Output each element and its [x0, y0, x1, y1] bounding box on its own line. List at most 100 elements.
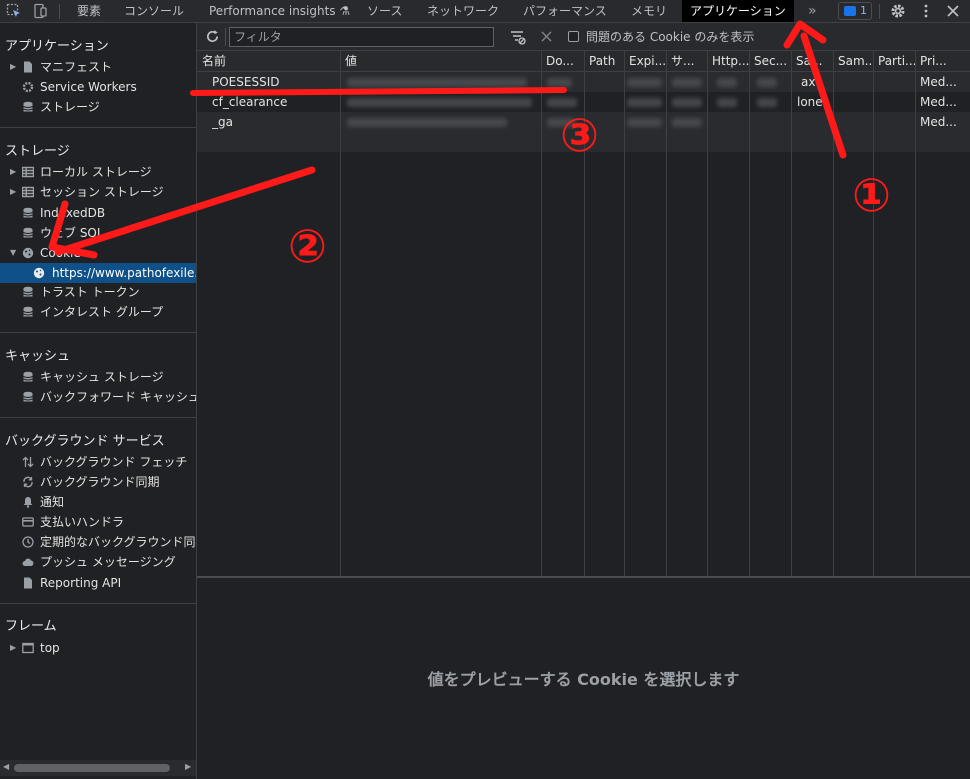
priority-cell: Med... [920, 115, 957, 129]
column-separator[interactable] [707, 51, 708, 576]
sidebar-item-interest-groups[interactable]: インタレスト グループ [0, 302, 196, 322]
column-separator[interactable] [749, 51, 750, 576]
column-header-name[interactable]: 名前 [197, 51, 340, 72]
sidebar-item-label: セッション ストレージ [40, 185, 164, 199]
tab-performance-insights[interactable]: Performance insights ⚗ [209, 0, 350, 22]
column-separator[interactable] [624, 51, 625, 576]
scroll-left-icon[interactable]: ◀ [3, 762, 9, 771]
column-header-partition-key[interactable]: Parti... [873, 51, 915, 72]
sidebar-item-notifications[interactable]: 通知 [0, 492, 196, 512]
sidebar-item-session-storage[interactable]: ▶ セッション ストレージ [0, 182, 196, 202]
sidebar-item-indexeddb[interactable]: IndexedDB [0, 203, 196, 223]
column-separator[interactable] [541, 51, 542, 576]
scroll-right-icon[interactable]: ▶ [185, 762, 191, 771]
column-header-priority[interactable]: Pri... [915, 51, 970, 72]
sidebar-item-label: バックフォワード キャッシュ [40, 390, 197, 404]
sidebar-item-cookie-origin[interactable]: https://www.pathofexile.com [0, 263, 196, 283]
sidebar-item-push-messaging[interactable]: プッシュ メッセージング [0, 552, 196, 572]
column-separator[interactable] [915, 51, 916, 576]
more-options-icon[interactable] [918, 3, 934, 19]
preview-placeholder-text: 値をプレビューする Cookie を選択します [427, 670, 740, 689]
sidebar-item-periodic-background-sync[interactable]: 定期的なバックグラウンド同期 [0, 532, 196, 552]
tab-memory[interactable]: メモリ [631, 0, 667, 22]
up-down-arrows-icon [22, 456, 34, 468]
sidebar-horizontal-scrollbar[interactable]: ◀ ▶ [0, 760, 196, 776]
expand-arrow-icon[interactable]: ▶ [10, 638, 16, 658]
refresh-icon[interactable] [205, 29, 220, 44]
column-header-secure[interactable]: Sec... [749, 51, 791, 72]
only-issues-checkbox[interactable] [568, 31, 579, 42]
scrollbar-thumb[interactable] [14, 764, 170, 772]
sidebar-item-label: ローカル ストレージ [40, 165, 152, 179]
credit-card-icon [22, 517, 34, 527]
column-header-domain[interactable]: Do... [541, 51, 584, 72]
grid-icon [22, 186, 34, 198]
more-tabs-icon[interactable]: » [808, 0, 817, 22]
sidebar-item-payment-handler[interactable]: 支払いハンドラ [0, 512, 196, 532]
gear-icon [22, 81, 34, 93]
redacted-value [717, 98, 737, 107]
inspect-element-icon[interactable] [6, 3, 22, 19]
toolbar-separator [879, 4, 880, 19]
application-sidebar: アプリケーション ▶ マニフェスト Service Workers ストレージ … [0, 23, 197, 779]
message-icon [844, 6, 856, 16]
sidebar-item-back-forward-cache[interactable]: バックフォワード キャッシュ [0, 387, 197, 407]
tab-network[interactable]: ネットワーク [427, 0, 499, 22]
sidebar-item-frame-top[interactable]: ▶ top [0, 638, 196, 658]
redacted-value [757, 78, 777, 87]
sidebar-item-label: 支払いハンドラ [40, 515, 125, 529]
sidebar-divider [0, 417, 196, 418]
redacted-value [627, 78, 662, 87]
database-icon [23, 306, 33, 317]
column-header-expires[interactable]: Expi... [624, 51, 666, 72]
clear-filtered-cookies-icon[interactable] [510, 29, 526, 45]
sidebar-item-background-fetch[interactable]: バックグラウンド フェッチ [0, 452, 196, 472]
column-header-sameparty[interactable]: Sam... [833, 51, 873, 72]
collapse-arrow-icon[interactable]: ▼ [10, 243, 16, 263]
tab-sources[interactable]: ソース [367, 0, 402, 22]
document-icon [24, 577, 32, 589]
close-icon[interactable] [945, 3, 961, 19]
column-separator[interactable] [340, 51, 341, 576]
tab-elements[interactable]: 要素 [77, 0, 101, 22]
sidebar-item-local-storage[interactable]: ▶ ローカル ストレージ [0, 162, 196, 182]
column-separator[interactable] [873, 51, 874, 576]
cookie-name-cell: cf_clearance [212, 95, 288, 109]
expand-arrow-icon[interactable]: ▶ [10, 57, 16, 77]
database-icon [23, 371, 33, 382]
clock-icon [22, 536, 34, 548]
cookie-name-cell: POESESSID [212, 75, 280, 89]
annotation-number-1: ① [852, 168, 891, 222]
sidebar-item-web-sql[interactable]: ウェブ SQL [0, 223, 196, 243]
expand-arrow-icon[interactable]: ▶ [10, 162, 16, 182]
column-header-size[interactable]: サ... [666, 51, 707, 72]
sidebar-item-cookies[interactable]: ▼ Cookie [0, 243, 196, 263]
column-separator[interactable] [833, 51, 834, 576]
tab-console[interactable]: コンソール [124, 0, 184, 22]
sidebar-item-storage[interactable]: ストレージ [0, 97, 196, 117]
sidebar-item-label: https://www.pathofexile.com [52, 266, 196, 280]
expand-arrow-icon[interactable]: ▶ [10, 182, 16, 202]
redacted-value [627, 98, 662, 107]
clear-selected-icon[interactable] [541, 31, 552, 42]
tab-performance[interactable]: パフォーマンス [523, 0, 607, 22]
column-header-value[interactable]: 値 [340, 51, 541, 72]
sidebar-item-reporting-api[interactable]: Reporting API [0, 573, 196, 593]
column-separator[interactable] [791, 51, 792, 576]
sidebar-item-cache-storage[interactable]: キャッシュ ストレージ [0, 367, 196, 387]
sidebar-item-background-sync[interactable]: バックグラウンド同期 [0, 472, 196, 492]
redacted-value [347, 98, 532, 107]
column-header-samesite[interactable]: Sa... [791, 51, 833, 72]
tab-application[interactable]: アプリケーション [682, 0, 794, 22]
column-header-httponly[interactable]: Http... [707, 51, 749, 72]
sidebar-item-manifest[interactable]: ▶ マニフェスト [0, 57, 196, 77]
gear-icon[interactable] [890, 3, 906, 19]
column-separator[interactable] [666, 51, 667, 576]
sidebar-item-label: キャッシュ ストレージ [40, 370, 164, 384]
issues-button[interactable]: 1 [838, 2, 872, 20]
sidebar-item-trust-tokens[interactable]: トラスト トークン [0, 282, 196, 302]
sidebar-item-service-workers[interactable]: Service Workers [0, 77, 196, 97]
column-header-path[interactable]: Path [584, 51, 624, 72]
device-toolbar-icon[interactable] [32, 3, 48, 19]
filter-input[interactable] [229, 27, 494, 47]
